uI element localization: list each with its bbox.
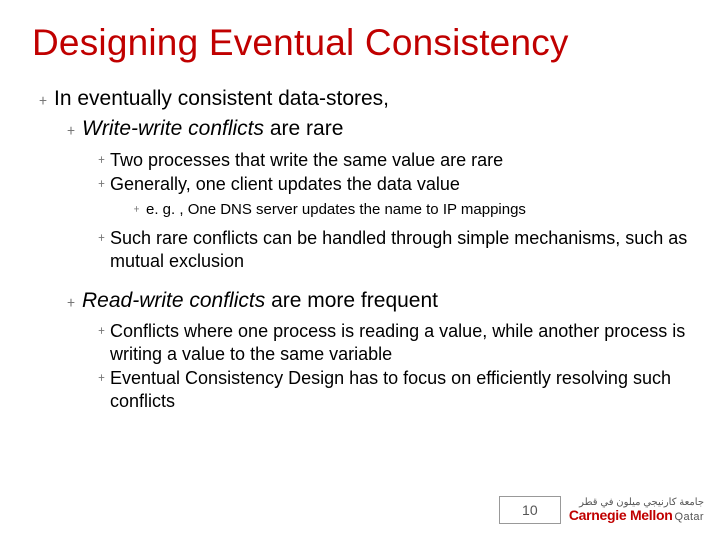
bullet-list: In eventually consistent data-stores, Wr… [26,86,694,412]
bullet-read-write-emph: Read-write conflicts [82,289,265,312]
bullet-write-write-emph: Write-write conflicts [82,117,264,140]
logo-arabic: جامعة كارنيجي ميلون في قطر [579,498,704,508]
slide-title: Designing Eventual Consistency [32,22,694,64]
bullet-read-write-tail: are more frequent [265,289,438,312]
bullet-ww-sub2-example: e. g. , One DNS server updates the name … [26,200,694,220]
cmu-qatar-logo: جامعة كارنيجي ميلون في قطر Carnegie Mell… [569,498,704,523]
bullet-rw-sub2: Eventual Consistency Design has to focus… [26,367,694,412]
bullet-ww-sub1: Two processes that write the same value … [26,149,694,172]
bullet-rw-sub1: Conflicts where one process is reading a… [26,320,694,365]
slide: Designing Eventual Consistency In eventu… [0,0,720,540]
bullet-write-write: Write-write conflicts are rare [26,116,694,142]
bullet-ww-sub3: Such rare conflicts can be handled throu… [26,227,694,272]
page-number: 10 [499,496,561,524]
footer: 10 جامعة كارنيجي ميلون في قطر Carnegie M… [499,496,704,524]
bullet-write-write-tail: are rare [264,117,343,140]
logo-main: Carnegie Mellon [569,508,673,522]
bullet-intro: In eventually consistent data-stores, [26,86,694,112]
logo-sub: Qatar [674,512,704,523]
bullet-ww-sub2: Generally, one client updates the data v… [26,173,694,196]
bullet-read-write: Read-write conflicts are more frequent [26,288,694,314]
